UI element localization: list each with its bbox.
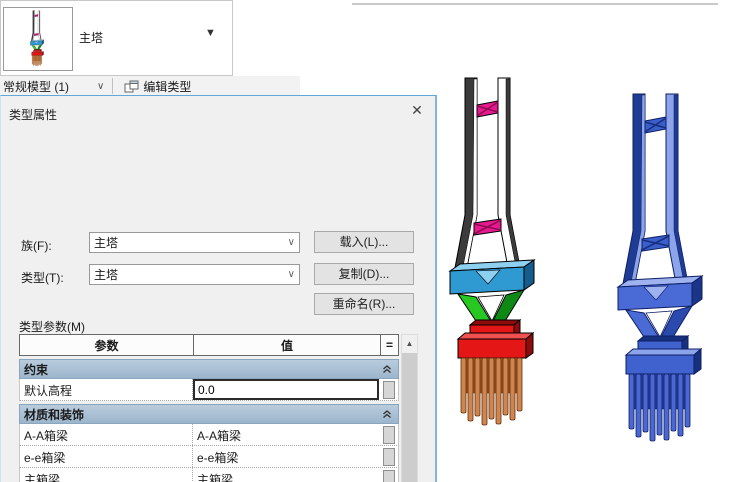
screenshot-root: 主塔 ▼ 常规模型 (1) ∨ 编辑类型 类型属性 ✕ 族(F): 主塔 ∨ 载… — [0, 0, 743, 482]
family-value: 主塔 — [94, 236, 119, 250]
value-input[interactable] — [193, 379, 379, 400]
param-value[interactable]: 主箱梁 — [197, 473, 233, 482]
associate-column-header: = — [385, 338, 393, 352]
associate-param-button[interactable] — [383, 469, 395, 482]
family-label: 族(F): — [21, 239, 52, 253]
dialog-title: 类型属性 — [9, 108, 58, 122]
associate-param-button[interactable] — [383, 380, 395, 399]
parameters-table: 参数 值 = 约束默认高程材质和装饰A-A箱梁A-A箱梁e-e箱梁e-e箱梁主箱… — [19, 334, 399, 482]
collapse-icon[interactable] — [382, 364, 392, 374]
associate-param-button[interactable] — [383, 425, 395, 444]
chevron-down-icon[interactable]: ∨ — [97, 81, 104, 92]
tower-3d-shaded-view[interactable] — [448, 75, 548, 435]
window-edge-line — [352, 3, 718, 5]
associate-param-button[interactable] — [383, 447, 395, 466]
type-label: 类型(T): — [21, 271, 64, 285]
scroll-up-icon[interactable]: ▲ — [402, 335, 417, 351]
chevron-down-icon: ∨ — [287, 269, 295, 280]
param-column-header: 参数 — [20, 335, 194, 355]
group-row[interactable]: 材质和装饰 — [19, 404, 399, 424]
edit-type-button[interactable]: 编辑类型 — [118, 76, 198, 96]
selected-type-label: 主塔 — [79, 31, 104, 45]
value-column-header: 值 — [194, 335, 381, 355]
param-name: e-e箱梁 — [20, 446, 193, 467]
type-value: 主塔 — [94, 268, 119, 282]
param-name: A-A箱梁 — [20, 424, 193, 445]
table-scrollbar[interactable]: ▲ — [401, 334, 418, 482]
dropdown-arrow-icon[interactable]: ▼ — [205, 27, 216, 39]
group-row[interactable]: 约束 — [19, 359, 399, 379]
family-combobox[interactable]: 主塔 ∨ — [89, 232, 300, 253]
type-combobox[interactable]: 主塔 ∨ — [89, 264, 300, 285]
edit-type-icon — [124, 80, 139, 92]
param-name: 默认高程 — [20, 379, 193, 400]
load-button[interactable]: 载入(L)... — [314, 231, 414, 253]
type-thumbnail — [3, 7, 73, 71]
parameter-row: 默认高程 — [19, 379, 399, 401]
tower-3d-blue-view[interactable] — [616, 90, 716, 452]
type-properties-dialog: 类型属性 ✕ 族(F): 主塔 ∨ 载入(L)... 类型(T): 主塔 ∨ 复… — [0, 95, 437, 482]
divider — [112, 78, 114, 94]
rename-button[interactable]: 重命名(R)... — [314, 293, 414, 315]
tower-thumbnail-icon — [30, 10, 45, 67]
collapse-icon[interactable] — [382, 409, 392, 419]
close-icon[interactable]: ✕ — [396, 98, 438, 122]
edit-type-label: 编辑类型 — [143, 79, 192, 94]
table-body: 约束默认高程材质和装饰A-A箱梁A-A箱梁e-e箱梁e-e箱梁主箱梁主箱梁支塔支… — [19, 359, 399, 482]
chevron-down-icon: ∨ — [287, 237, 295, 248]
type-selector[interactable]: 主塔 ▼ — [0, 0, 233, 76]
type-parameters-label: 类型参数(M) — [19, 320, 85, 334]
parameter-row: e-e箱梁 e-e箱梁 — [19, 446, 399, 468]
properties-palette-header: 常规模型 (1) ∨ 编辑类型 — [0, 76, 300, 96]
param-value[interactable]: A-A箱梁 — [197, 429, 241, 443]
parameter-row: A-A箱梁 A-A箱梁 — [19, 424, 399, 446]
param-name: 主箱梁 — [20, 468, 193, 482]
param-value[interactable]: e-e箱梁 — [197, 451, 238, 465]
group-label: 材质和装饰 — [24, 407, 85, 422]
category-filter[interactable]: 常规模型 (1) — [0, 78, 69, 95]
duplicate-button[interactable]: 复制(D)... — [314, 263, 414, 285]
table-header-row: 参数 值 = — [19, 334, 399, 356]
group-label: 约束 — [24, 362, 49, 377]
scrollbar-thumb[interactable] — [402, 353, 417, 482]
parameter-row: 主箱梁 主箱梁 — [19, 468, 399, 482]
